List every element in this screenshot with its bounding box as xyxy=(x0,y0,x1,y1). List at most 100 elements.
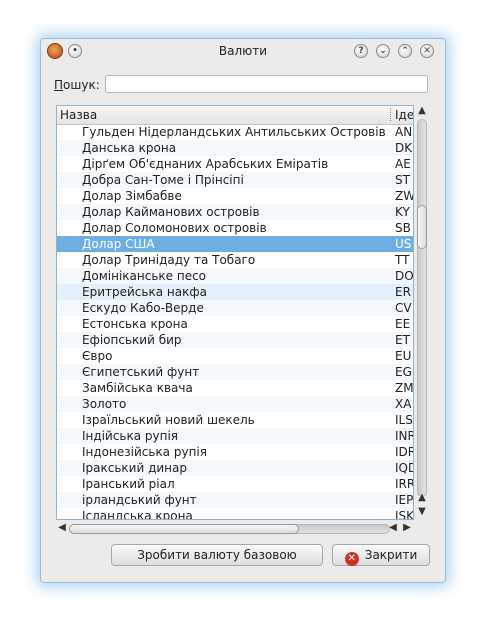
currency-name: Ефіопський бир xyxy=(82,333,182,347)
currency-code: ZM xyxy=(395,381,414,395)
currency-name: Ескудо Кабо-Верде xyxy=(82,301,204,315)
list-item[interactable]: Золото XA xyxy=(57,396,413,412)
currency-name: Данська крона xyxy=(82,141,177,155)
list-item[interactable]: Ізраїльський новий шекель ILS xyxy=(57,412,413,428)
list-item[interactable]: Єгипетський фунт EG xyxy=(57,364,413,380)
column-header-name[interactable]: Назва xyxy=(60,108,97,122)
currency-name: Індонезійська рупія xyxy=(82,445,207,459)
currency-name: Індійська рупія xyxy=(82,429,179,443)
title-bar: • Валюти ? ⌄ ⌃ ✕ xyxy=(41,39,445,63)
list-header: Назва Іде xyxy=(57,106,413,125)
currency-code: ER xyxy=(395,285,411,299)
list-item[interactable]: Іракський динар IQD xyxy=(57,460,413,476)
list-item[interactable]: Іранський ріал IRR xyxy=(57,476,414,492)
horizontal-scroll-thumb[interactable] xyxy=(69,524,299,534)
close-button[interactable]: ✕ Закрити xyxy=(332,544,430,566)
search-label: Пошук: xyxy=(54,78,100,92)
currency-code: DK xyxy=(395,141,413,155)
currency-name: Дірґем Об'єднаних Арабських Еміратів xyxy=(82,157,329,171)
currency-name: ірландський фунт xyxy=(82,493,197,507)
close-icon: ✕ xyxy=(344,552,359,566)
currency-code: ET xyxy=(395,333,410,347)
currency-code: IRR xyxy=(395,477,414,491)
maximize-icon[interactable]: ⌃ xyxy=(398,44,412,58)
vertical-scroll-thumb[interactable] xyxy=(417,205,427,249)
list-item[interactable]: Дірґем Об'єднаних Арабських Еміратів AE xyxy=(57,156,413,172)
currency-name: Ізраїльський новий шекель xyxy=(82,413,255,427)
currency-code: ILS xyxy=(395,413,413,427)
set-base-currency-button[interactable]: Зробити валюту базовою xyxy=(111,544,323,566)
search-label-text: ошук: xyxy=(63,78,100,92)
currency-code: ST xyxy=(395,173,410,187)
scroll-up-arrow-icon[interactable]: ▲ xyxy=(415,105,429,116)
scroll-left-arrow-icon[interactable]: ◀ xyxy=(55,522,69,533)
currency-code: TT xyxy=(395,253,410,267)
list-item[interactable]: Данська крона DK xyxy=(57,140,413,156)
search-label-mnemonic: П xyxy=(54,78,64,92)
currency-code: EE xyxy=(395,317,411,331)
list-item[interactable]: Ісландська крона ISK xyxy=(57,508,414,520)
close-window-icon[interactable]: ✕ xyxy=(420,44,434,58)
list-item[interactable]: Замбійська квача ZM xyxy=(57,380,414,396)
currency-code: AN xyxy=(395,125,413,139)
list-item[interactable]: Ескудо Кабо-Верде CV xyxy=(57,300,413,316)
list-item[interactable]: Долар Кайманових островів KY xyxy=(57,204,413,220)
currency-name: Золото xyxy=(82,397,127,411)
list-item[interactable]: Євро EU xyxy=(57,348,413,364)
currency-name: Долар Зімбабве xyxy=(82,189,182,203)
currency-name: Долар Тринідаду та Тобаго xyxy=(82,253,256,267)
list-item[interactable]: Долар Соломонових островів SB xyxy=(57,220,413,236)
list-rows: Гульден Нідерландських Антильських Остро… xyxy=(57,124,414,520)
currency-code: IQD xyxy=(395,461,413,475)
currency-name: Домініканське песо xyxy=(82,269,207,283)
currency-code: DO xyxy=(395,269,414,283)
list-item[interactable]: Естонська крона EE xyxy=(57,316,413,332)
list-item[interactable]: Долар Зімбабве ZW xyxy=(57,188,414,204)
currency-name: Замбійська квача xyxy=(82,381,193,395)
currency-name: Долар Соломонових островів xyxy=(82,221,267,235)
currency-code: IDR xyxy=(395,445,413,459)
currency-code: INR xyxy=(395,429,414,443)
vertical-scrollbar[interactable]: ▲ ▲ ▼ xyxy=(414,105,430,520)
minimize-icon[interactable]: ⌄ xyxy=(376,44,390,58)
currency-code: AE xyxy=(395,157,411,171)
currency-name: Долар США xyxy=(82,237,155,251)
column-header-code[interactable]: Іде xyxy=(395,108,413,122)
currency-code: KY xyxy=(395,205,410,219)
currency-code: ISK xyxy=(395,509,414,520)
list-item[interactable]: Ефіопський бир ET xyxy=(57,332,413,348)
column-resize-handle[interactable] xyxy=(390,108,393,121)
list-item[interactable]: Домініканське песо DO xyxy=(57,268,414,284)
currency-code: EG xyxy=(395,365,412,379)
currency-name: Добра Сан-Томе і Прінсіпі xyxy=(82,173,244,187)
currency-code: CV xyxy=(395,301,412,315)
currency-name: Євро xyxy=(82,349,113,363)
horizontal-scrollbar[interactable]: ◀ ◀ ▶ xyxy=(56,522,414,536)
currency-code: IEP xyxy=(395,493,414,507)
close-button-label: Закрити xyxy=(364,548,418,562)
list-item[interactable]: Долар Тринідаду та Тобаго TT xyxy=(57,252,413,268)
search-input[interactable] xyxy=(105,75,428,93)
currencies-dialog: • Валюти ? ⌄ ⌃ ✕ Пошук: Назва Іде Гульде… xyxy=(40,38,446,583)
currency-code: ZW xyxy=(395,189,414,203)
scroll-right-arrow-icon[interactable]: ▶ xyxy=(400,522,414,533)
currency-name: Еритрейська накфа xyxy=(82,285,207,299)
currency-name: Долар Кайманових островів xyxy=(82,205,260,219)
currency-code: SB xyxy=(395,221,411,235)
list-item[interactable]: Індонезійська рупія IDR xyxy=(57,444,413,460)
vertical-scroll-track[interactable] xyxy=(417,119,427,497)
currency-code: XA xyxy=(395,397,412,411)
list-item[interactable]: Добра Сан-Томе і Прінсіпі ST xyxy=(57,172,413,188)
currency-name: Іранський ріал xyxy=(82,477,175,491)
list-item[interactable]: Еритрейська накфа ER xyxy=(57,284,413,300)
scroll-down-arrow-icon[interactable]: ▼ xyxy=(415,506,429,517)
list-item[interactable]: Гульден Нідерландських Антильських Остро… xyxy=(57,124,413,140)
currency-name: Іракський динар xyxy=(82,461,187,475)
currency-list[interactable]: Назва Іде Гульден Нідерландських Антильс… xyxy=(56,105,414,520)
scroll-up-arrow-icon[interactable]: ▲ xyxy=(415,492,429,503)
list-item-selected[interactable]: Долар США US xyxy=(57,236,413,252)
scroll-left-arrow-icon[interactable]: ◀ xyxy=(386,522,400,533)
list-item[interactable]: ірландський фунт IEP xyxy=(57,492,414,508)
list-item[interactable]: Індійська рупія INR xyxy=(57,428,414,444)
help-icon[interactable]: ? xyxy=(354,44,368,58)
